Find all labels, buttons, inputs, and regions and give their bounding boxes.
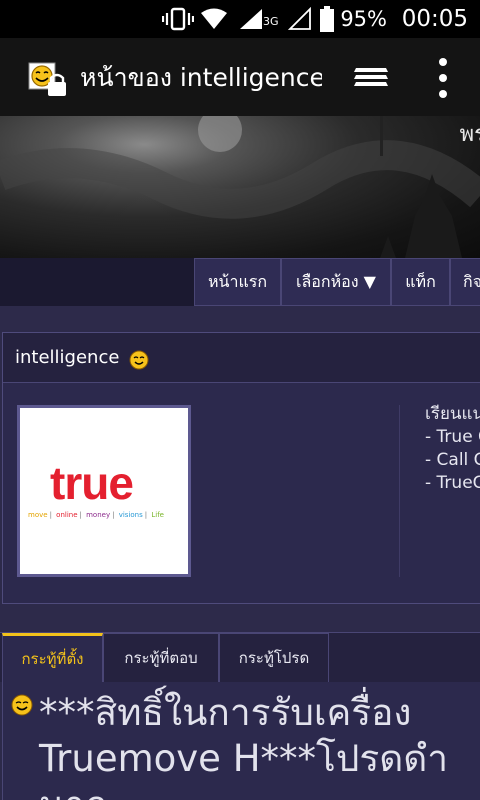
nav-tab-home[interactable]: หน้าแรก [194,258,281,306]
battery-percent: 95% [340,7,387,31]
vibrate-icon [162,0,194,38]
description-line: - TrueC [425,473,480,493]
site-banner: พร [0,116,480,258]
tab-replied-topics[interactable]: กระทู้ที่ตอบ [103,633,219,683]
tab-favorite-topics[interactable]: กระทู้โปรด [219,633,329,683]
profile-description: เรียนแน - True C - Call C - TrueC [425,403,480,495]
profile-header: intelligence [3,333,480,383]
description-line: - Call C [425,450,480,470]
emoticon-icon [129,350,149,370]
clock-time: 00:05 [401,6,468,32]
spacer [0,604,480,632]
app-bar: หน้าของ intelligence [0,38,480,116]
nav-tab-tags[interactable]: แท็ก [391,258,450,306]
true-logo-wordmark: true [50,457,134,509]
post-tabs: กระทู้ที่ตั้ง กระทู้ที่ตอบ กระทู้โปรด [0,632,480,683]
banner-text: พร [459,122,480,147]
true-logo-tagline: move | online | money | visions | Life [28,511,164,519]
topic-title[interactable]: ***สิทธิ์ในการรับเครื่อง Truemove H***โป… [39,690,480,800]
cell-signal-icon [238,0,264,38]
nav-tab-select-room[interactable]: เลือกห้อง ▼ [281,258,391,306]
tab-my-topics[interactable]: กระทู้ที่ตั้ง [2,633,103,683]
main-nav: หน้าแรก เลือกห้อง ▼ แท็ก กิจ [0,258,480,306]
profile-panel: intelligence true move | online | money | v… [2,332,480,604]
divider [399,405,400,577]
status-bar: 3G 95% 00:05 [0,0,480,38]
tabs-switcher-icon[interactable] [352,60,392,94]
emoticon-icon [11,694,33,716]
cell-signal-empty-icon [288,0,312,38]
emoticon-lock-icon [28,62,68,98]
network-type-label: 3G [263,14,279,28]
description-line: - True C [425,427,480,447]
profile-name: intelligence [15,347,120,368]
spacer [0,306,480,332]
description-line: เรียนแน [425,404,480,424]
nav-tab-activities[interactable]: กิจ [450,258,480,306]
topic-list-item[interactable]: ***สิทธิ์ในการรับเครื่อง Truemove H***โป… [2,682,480,800]
profile-avatar[interactable]: true move | online | money | visions | Life [17,405,191,577]
wifi-icon [200,0,228,38]
page-title: หน้าของ intelligence [80,63,322,92]
overflow-menu-icon[interactable] [428,56,458,100]
battery-icon [320,0,334,38]
